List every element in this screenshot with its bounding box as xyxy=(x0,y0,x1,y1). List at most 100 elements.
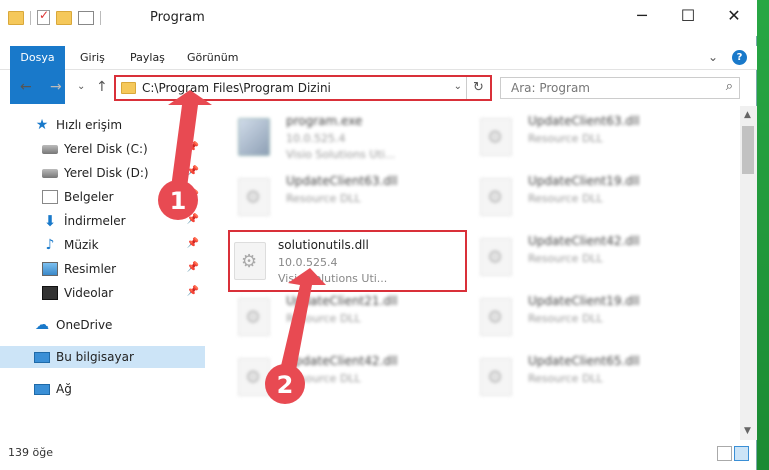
file-type: Resource DLL xyxy=(286,372,361,385)
file-type: Resource DLL xyxy=(528,192,603,205)
help-icon[interactable]: ? xyxy=(732,50,747,65)
item-count: 139 öğe xyxy=(8,446,53,459)
sidebar-item-pictures[interactable]: Resimler 📌 xyxy=(0,258,205,280)
address-path[interactable]: C:\Program Files\Program Dizini xyxy=(142,81,331,95)
scroll-down-icon[interactable]: ▼ xyxy=(744,426,751,436)
music-icon: ♪ xyxy=(45,237,55,253)
file-type: Resource DLL xyxy=(528,132,603,145)
file-item[interactable]: UpdateClient19.dll Resource DLL xyxy=(464,168,699,226)
file-type: Resource DLL xyxy=(528,252,603,265)
file-item[interactable]: UpdateClient21.dll Resource DLL xyxy=(222,288,457,346)
search-icon[interactable]: ⌕ xyxy=(726,79,733,94)
sidebar-item-this-pc[interactable]: Bu bilgisayar xyxy=(0,346,205,368)
sidebar-item-music[interactable]: ♪ Müzik 📌 xyxy=(0,234,205,256)
dll-file-icon xyxy=(238,358,270,396)
sidebar-item-videos[interactable]: Videolar 📌 xyxy=(0,282,205,304)
cloud-icon: ☁ xyxy=(35,317,49,333)
disk-icon xyxy=(42,144,58,154)
sidebar-item-label: OneDrive xyxy=(56,318,113,332)
dll-file-icon xyxy=(480,118,512,156)
pin-icon[interactable]: 📌 xyxy=(187,262,199,273)
sidebar-item-label: Yerel Disk (C:) xyxy=(64,142,148,156)
up-button[interactable]: ↑ xyxy=(96,79,108,95)
file-item-solutionutils-dll[interactable]: solutionutils.dll 10.0.525.4 Visio Solut… xyxy=(228,230,467,292)
disk-icon xyxy=(42,168,58,178)
file-item-program-exe[interactable]: program.exe 10.0.525.4 Visio Solutions U… xyxy=(222,108,457,166)
navigation-bar: ← → ⌄ ↑ C:\Program Files\Program Dizini … xyxy=(0,72,757,104)
pin-icon[interactable]: 📌 xyxy=(187,238,199,249)
tab-share[interactable]: Paylaş xyxy=(130,46,165,70)
details-view-button[interactable] xyxy=(717,446,732,461)
address-dropdown-icon[interactable]: ⌄ xyxy=(454,81,462,92)
file-type: Resource DLL xyxy=(528,312,603,325)
close-button[interactable]: ✕ xyxy=(711,0,757,30)
pin-icon[interactable]: 📌 xyxy=(187,142,199,153)
toolbar-separator xyxy=(30,10,31,25)
file-item[interactable]: UpdateClient19.dll Resource DLL xyxy=(464,288,699,346)
dll-file-icon xyxy=(238,298,270,336)
desktop-background xyxy=(757,0,769,470)
file-item[interactable]: UpdateClient65.dll Resource DLL xyxy=(464,348,699,406)
sidebar-item-local-disk-c[interactable]: Yerel Disk (C:) 📌 xyxy=(0,138,205,160)
forward-button[interactable]: → xyxy=(50,79,62,95)
properties-check-icon[interactable] xyxy=(37,8,50,25)
file-name: UpdateClient19.dll xyxy=(528,294,640,308)
back-button[interactable]: ← xyxy=(20,79,32,95)
file-description: Visio Solutions Uti... xyxy=(278,272,388,285)
file-type: Resource DLL xyxy=(528,372,603,385)
file-version: 10.0.525.4 xyxy=(286,132,346,145)
dll-file-icon xyxy=(480,298,512,336)
pin-icon[interactable]: 📌 xyxy=(187,190,199,201)
sidebar-item-onedrive[interactable]: ☁ OneDrive xyxy=(0,314,205,336)
star-icon: ★ xyxy=(35,117,49,133)
file-item[interactable]: UpdateClient42.dll Resource DLL xyxy=(464,228,699,286)
refresh-icon[interactable]: ↻ xyxy=(466,77,490,99)
file-description: Visio Solutions Uti... xyxy=(286,148,396,161)
computer-icon xyxy=(34,351,50,363)
vertical-scrollbar[interactable]: ▲ ▼ xyxy=(740,106,757,440)
sidebar-item-label: Belgeler xyxy=(64,190,114,204)
quick-access-toolbar xyxy=(8,8,101,25)
file-item[interactable]: UpdateClient42.dll Resource DLL xyxy=(222,348,457,406)
explorer-window: Program ─ ☐ ✕ Dosya Giriş Paylaş Görünüm… xyxy=(0,0,757,470)
dll-file-icon xyxy=(238,178,270,216)
network-icon xyxy=(34,383,50,395)
customize-toolbar-icon[interactable] xyxy=(78,10,94,25)
navigation-pane: ★ Hızlı erişim Yerel Disk (C:) 📌 Yerel D… xyxy=(0,108,205,433)
address-bar[interactable]: C:\Program Files\Program Dizini ⌄ ↻ xyxy=(114,75,492,101)
minimize-button[interactable]: ─ xyxy=(619,0,665,30)
file-name: program.exe xyxy=(286,114,363,128)
sidebar-item-documents[interactable]: Belgeler 📌 xyxy=(0,186,205,208)
search-input[interactable]: Ara: Program ⌕ xyxy=(500,77,740,99)
videos-icon xyxy=(42,286,58,300)
dll-file-icon xyxy=(234,242,266,280)
file-name: UpdateClient19.dll xyxy=(528,174,640,188)
download-icon: ⬇ xyxy=(43,212,57,230)
pictures-icon xyxy=(42,262,58,276)
tiles-view-button[interactable] xyxy=(734,446,749,461)
file-item[interactable]: UpdateClient63.dll Resource DLL xyxy=(222,168,457,226)
pin-icon[interactable]: 📌 xyxy=(187,166,199,177)
file-list: program.exe 10.0.525.4 Visio Solutions U… xyxy=(212,108,737,433)
sidebar-item-label: Hızlı erişim xyxy=(56,118,123,132)
new-folder-icon[interactable] xyxy=(56,10,72,25)
file-item[interactable]: UpdateClient63.dll Resource DLL xyxy=(464,108,699,166)
scroll-thumb[interactable] xyxy=(742,126,754,174)
file-name: UpdateClient21.dll xyxy=(286,294,398,308)
search-placeholder: Ara: Program xyxy=(511,81,590,95)
sidebar-item-quick-access[interactable]: ★ Hızlı erişim xyxy=(0,114,205,136)
tab-view[interactable]: Görünüm xyxy=(187,46,238,70)
pin-icon[interactable]: 📌 xyxy=(187,286,199,297)
sidebar-item-network[interactable]: Ağ xyxy=(0,378,205,400)
maximize-button[interactable]: ☐ xyxy=(665,0,711,30)
sidebar-item-label: Resimler xyxy=(64,262,117,276)
pin-icon[interactable]: 📌 xyxy=(187,214,199,225)
dll-file-icon xyxy=(480,358,512,396)
tab-home[interactable]: Giriş xyxy=(80,46,105,70)
scroll-up-icon[interactable]: ▲ xyxy=(744,110,751,120)
ribbon-collapse-icon[interactable]: ⌄ xyxy=(708,50,718,65)
recent-locations-button[interactable]: ⌄ xyxy=(77,81,85,92)
sidebar-item-downloads[interactable]: ⬇ İndirmeler 📌 xyxy=(0,210,205,232)
sidebar-item-local-disk-d[interactable]: Yerel Disk (D:) 📌 xyxy=(0,162,205,184)
file-name: solutionutils.dll xyxy=(278,238,369,252)
